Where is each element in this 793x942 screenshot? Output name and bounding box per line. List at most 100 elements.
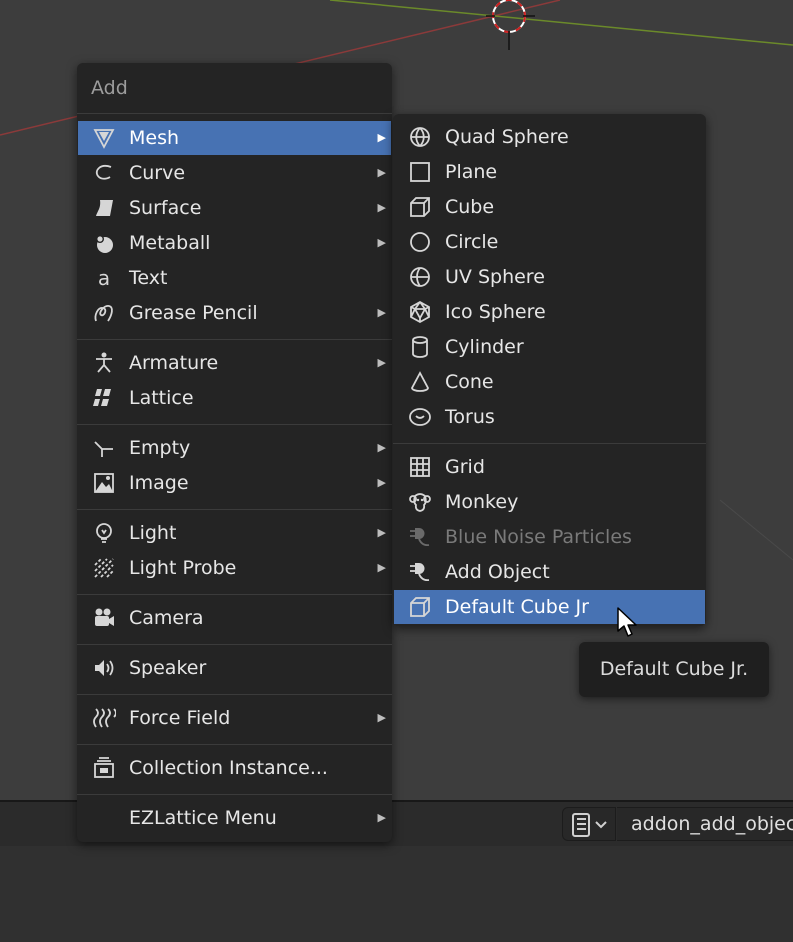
submenu-arrow-icon: ▶: [377, 526, 386, 539]
ico-sphere-icon: [408, 300, 432, 324]
menu-item-label: Empty: [129, 437, 191, 459]
menu-item-label: Ico Sphere: [445, 301, 546, 323]
mesh-icon: [92, 126, 116, 150]
menu-item-curve[interactable]: Curve ▶: [78, 156, 391, 190]
mouse-pointer-icon: [617, 607, 639, 643]
light-icon: [92, 521, 116, 545]
menu-item-label: Add Object: [445, 561, 550, 583]
menu-separator: [77, 594, 392, 595]
metaball-icon: [92, 231, 116, 255]
menu-item-label: Default Cube Jr: [445, 596, 589, 618]
cone-icon: [408, 370, 432, 394]
menu-item-label: Cube: [445, 196, 495, 218]
menu-item-collection-instance[interactable]: Collection Instance...: [78, 751, 391, 785]
menu-item-grid[interactable]: Grid: [394, 450, 705, 484]
menu-item-monkey[interactable]: Monkey: [394, 485, 705, 519]
uv-sphere-icon: [408, 265, 432, 289]
menu-item-label: Surface: [129, 197, 202, 219]
menu-item-label: Text: [129, 267, 168, 289]
menu-item-label: Circle: [445, 231, 499, 253]
menu-item-label: Blue Noise Particles: [445, 526, 632, 548]
menu-item-lattice[interactable]: Lattice: [78, 381, 391, 415]
menu-item-label: Image: [129, 472, 189, 494]
menu-item-circle[interactable]: Circle: [394, 225, 705, 259]
menu-item-label: Camera: [129, 607, 204, 629]
submenu-arrow-icon: ▶: [377, 561, 386, 574]
menu-item-quad-sphere[interactable]: Quad Sphere: [394, 120, 705, 154]
collection-instance-icon: [92, 756, 116, 780]
cube-icon: [408, 195, 432, 219]
menu-item-blue-noise-particles[interactable]: Blue Noise Particles: [394, 520, 705, 554]
menu-item-label: Light Probe: [129, 557, 237, 579]
svg-text:a: a: [98, 266, 110, 290]
light-probe-icon: [92, 556, 116, 580]
menu-item-text[interactable]: a Text: [78, 261, 391, 295]
menu-item-plane[interactable]: Plane: [394, 155, 705, 189]
menu-item-label: Plane: [445, 161, 498, 183]
menu-item-torus[interactable]: Torus: [394, 400, 705, 434]
menu-item-speaker[interactable]: Speaker: [78, 651, 391, 685]
menu-item-label: Light: [129, 522, 177, 544]
plane-icon: [408, 160, 432, 184]
menu-item-label: Lattice: [129, 387, 194, 409]
editor-type-dropdown[interactable]: [562, 807, 616, 841]
menu-item-camera[interactable]: Camera: [78, 601, 391, 635]
submenu-arrow-icon: ▶: [377, 811, 386, 824]
menu-item-label: EZLattice Menu: [129, 807, 277, 829]
menu-item-metaball[interactable]: Metaball ▶: [78, 226, 391, 260]
armature-icon: [92, 351, 116, 375]
menu-item-light-probe[interactable]: Light Probe ▶: [78, 551, 391, 585]
menu-item-cylinder[interactable]: Cylinder: [394, 330, 705, 364]
menu-item-label: Metaball: [129, 232, 211, 254]
quad-sphere-icon: [408, 125, 432, 149]
menu-item-surface[interactable]: Surface ▶: [78, 191, 391, 225]
menu-separator: [77, 744, 392, 745]
menu-item-ezlattice-menu[interactable]: EZLattice Menu ▶: [78, 801, 391, 835]
cylinder-icon: [408, 335, 432, 359]
menu-item-uv-sphere[interactable]: UV Sphere: [394, 260, 705, 294]
menu-separator: [77, 694, 392, 695]
menu-item-label: Torus: [445, 406, 495, 428]
torus-icon: [408, 405, 432, 429]
submenu-arrow-icon: ▶: [377, 201, 386, 214]
plugin-icon: [408, 560, 432, 584]
grid-icon: [408, 455, 432, 479]
submenu-arrow-icon: ▶: [377, 236, 386, 249]
menu-item-grease-pencil[interactable]: Grease Pencil ▶: [78, 296, 391, 330]
submenu-arrow-icon: ▶: [377, 166, 386, 179]
menu-item-add-object[interactable]: Add Object: [394, 555, 705, 589]
text-icon: a: [92, 266, 116, 290]
grease-pencil-icon: [92, 301, 116, 325]
menu-item-label: Collection Instance...: [129, 757, 328, 779]
mesh-submenu: Quad Sphere Plane Cube Circle UV Sphere Ico S…: [393, 114, 706, 626]
curve-icon: [92, 161, 116, 185]
menu-item-mesh[interactable]: Mesh ▶: [78, 121, 391, 155]
text-datablock-name[interactable]: addon_add_object: [617, 807, 793, 841]
submenu-arrow-icon: ▶: [377, 441, 386, 454]
menu-item-cone[interactable]: Cone: [394, 365, 705, 399]
circle-icon: [408, 230, 432, 254]
menu-item-default-cube-jr[interactable]: Default Cube Jr: [394, 590, 705, 624]
menu-separator: [77, 794, 392, 795]
menu-item-force-field[interactable]: Force Field ▶: [78, 701, 391, 735]
menu-item-label: Mesh: [129, 127, 180, 149]
monkey-icon: [408, 490, 432, 514]
menu-item-image[interactable]: Image ▶: [78, 466, 391, 500]
speaker-icon: [92, 656, 116, 680]
submenu-arrow-icon: ▶: [377, 476, 386, 489]
menu-item-label: Force Field: [129, 707, 231, 729]
menu-item-cube[interactable]: Cube: [394, 190, 705, 224]
tooltip: Default Cube Jr.: [579, 642, 769, 697]
menu-separator: [77, 339, 392, 340]
menu-item-label: Monkey: [445, 491, 519, 513]
menu-item-armature[interactable]: Armature ▶: [78, 346, 391, 380]
menu-item-light[interactable]: Light ▶: [78, 516, 391, 550]
lattice-icon: [92, 386, 116, 410]
menu-separator: [393, 443, 706, 444]
menu-separator: [77, 424, 392, 425]
camera-icon: [92, 606, 116, 630]
text-editor-area[interactable]: [0, 846, 793, 942]
submenu-arrow-icon: ▶: [377, 131, 386, 144]
menu-item-empty[interactable]: Empty ▶: [78, 431, 391, 465]
menu-item-ico-sphere[interactable]: Ico Sphere: [394, 295, 705, 329]
